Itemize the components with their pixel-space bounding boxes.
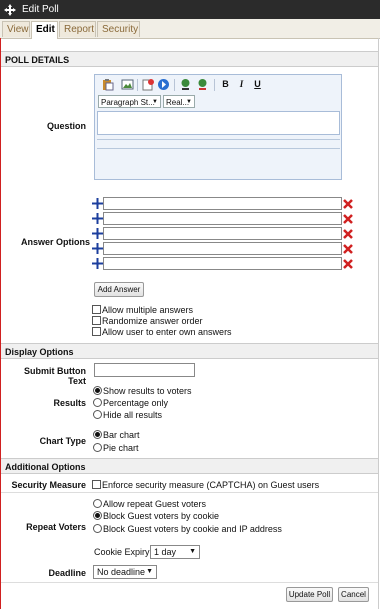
- cookie-expiry-label: Cookie Expiry: [94, 547, 150, 557]
- italic-icon[interactable]: I: [235, 78, 248, 91]
- tab-security[interactable]: Security: [97, 21, 140, 37]
- results-radio-show[interactable]: [93, 386, 102, 395]
- repeat-option-label: Block Guest voters by cookie and IP addr…: [103, 524, 282, 534]
- allow-multiple-checkbox[interactable]: [92, 305, 101, 314]
- repeat-option-label: Block Guest voters by cookie: [103, 511, 220, 521]
- chart-type-label: Chart Type: [39, 436, 86, 446]
- bold-icon[interactable]: B: [219, 78, 232, 91]
- results-option-label: Show results to voters: [103, 386, 192, 396]
- section-display-options: Display Options: [1, 343, 378, 359]
- chart-option-label: Bar chart: [103, 430, 140, 440]
- repeat-option-label: Allow repeat Guest voters: [103, 499, 207, 509]
- insert-media-icon[interactable]: [142, 78, 155, 91]
- paragraph-style-dropdown[interactable]: Paragraph St... ▼: [98, 95, 161, 108]
- captcha-checkbox[interactable]: [92, 480, 101, 489]
- repeat-radio-allow[interactable]: [93, 499, 102, 508]
- chevron-down-icon: ▼: [186, 99, 192, 105]
- left-border: [0, 38, 1, 609]
- results-label: Results: [53, 398, 86, 408]
- randomize-order-label: Randomize answer order: [102, 316, 203, 326]
- cookie-expiry-select[interactable]: 1 day ▼: [150, 545, 200, 559]
- allow-own-answers-checkbox[interactable]: [92, 327, 101, 336]
- font-dropdown[interactable]: Real... ▼: [163, 95, 195, 108]
- remove-icon[interactable]: [343, 214, 353, 224]
- add-answer-button[interactable]: Add Answer: [94, 282, 144, 297]
- tab-report[interactable]: Report: [59, 21, 96, 37]
- flash-icon[interactable]: [157, 78, 170, 91]
- security-measure-label: Security Measure: [11, 480, 86, 490]
- cancel-button[interactable]: Cancel: [338, 587, 369, 602]
- paste-icon[interactable]: [101, 78, 114, 91]
- move-icon[interactable]: [4, 3, 16, 16]
- chart-radio-bar[interactable]: [93, 430, 102, 439]
- allow-multiple-label: Allow multiple answers: [102, 305, 194, 315]
- allow-own-answers-label: Allow user to enter own answers: [102, 327, 232, 337]
- cookie-expiry-value: 1 day: [154, 547, 177, 557]
- right-border: [378, 38, 379, 609]
- remove-icon[interactable]: [343, 244, 353, 254]
- image-icon[interactable]: [121, 78, 134, 91]
- tab-edit[interactable]: Edit: [31, 21, 58, 39]
- answer-input[interactable]: [103, 197, 342, 210]
- drag-handle-icon[interactable]: [92, 213, 103, 224]
- answer-options-label: Answer Options: [20, 237, 90, 247]
- answer-input[interactable]: [103, 212, 342, 225]
- chevron-down-icon: ▼: [189, 548, 196, 555]
- chevron-down-icon: ▼: [152, 99, 158, 105]
- editor-toolbar: B I U: [97, 77, 339, 94]
- window-titlebar: Edit Poll: [0, 0, 380, 19]
- drag-handle-icon[interactable]: [92, 258, 103, 269]
- drag-handle-icon[interactable]: [92, 243, 103, 254]
- section-additional-options: Additional Options: [1, 458, 378, 474]
- question-editor: B I U Paragraph St... ▼ Real... ▼: [94, 74, 342, 180]
- unlink-icon[interactable]: [196, 78, 209, 91]
- deadline-value: No deadline: [97, 567, 146, 577]
- results-option-label: Hide all results: [103, 410, 163, 420]
- chart-radio-pie[interactable]: [93, 443, 102, 452]
- captcha-label: Enforce security measure (CAPTCHA) on Gu…: [102, 480, 320, 490]
- results-radio-percentage[interactable]: [93, 398, 102, 407]
- submit-button-text-label: Submit Button Text: [24, 366, 86, 386]
- underline-icon[interactable]: U: [251, 78, 264, 91]
- randomize-order-checkbox[interactable]: [92, 316, 101, 325]
- window-title: Edit Poll: [22, 4, 59, 15]
- update-poll-button[interactable]: Update Poll: [286, 587, 333, 602]
- drag-handle-icon[interactable]: [92, 228, 103, 239]
- chart-option-label: Pie chart: [103, 443, 139, 453]
- deadline-select[interactable]: No deadline ▼: [93, 565, 157, 579]
- answer-input[interactable]: [103, 227, 342, 240]
- answer-input[interactable]: [103, 242, 342, 255]
- repeat-radio-cookie[interactable]: [93, 511, 102, 520]
- results-radio-hide[interactable]: [93, 410, 102, 419]
- tab-bar: View Edit Report Security: [0, 19, 380, 39]
- remove-icon[interactable]: [343, 199, 353, 209]
- chevron-down-icon: ▼: [146, 568, 153, 575]
- question-label: Question: [46, 121, 86, 131]
- remove-icon[interactable]: [343, 229, 353, 239]
- link-icon[interactable]: [179, 78, 192, 91]
- deadline-label: Deadline: [48, 568, 86, 578]
- submit-button-text-input[interactable]: [94, 363, 195, 377]
- paragraph-style-value: Paragraph St...: [101, 98, 155, 107]
- question-textarea[interactable]: [97, 111, 340, 135]
- repeat-radio-cookie-ip[interactable]: [93, 524, 102, 533]
- repeat-voters-label: Repeat Voters: [26, 522, 86, 532]
- remove-icon[interactable]: [343, 259, 353, 269]
- answer-input[interactable]: [103, 257, 342, 270]
- results-option-label: Percentage only: [103, 398, 169, 408]
- section-poll-details: POLL DETAILS: [1, 51, 378, 67]
- drag-handle-icon[interactable]: [92, 198, 103, 209]
- tab-view[interactable]: View: [2, 21, 30, 37]
